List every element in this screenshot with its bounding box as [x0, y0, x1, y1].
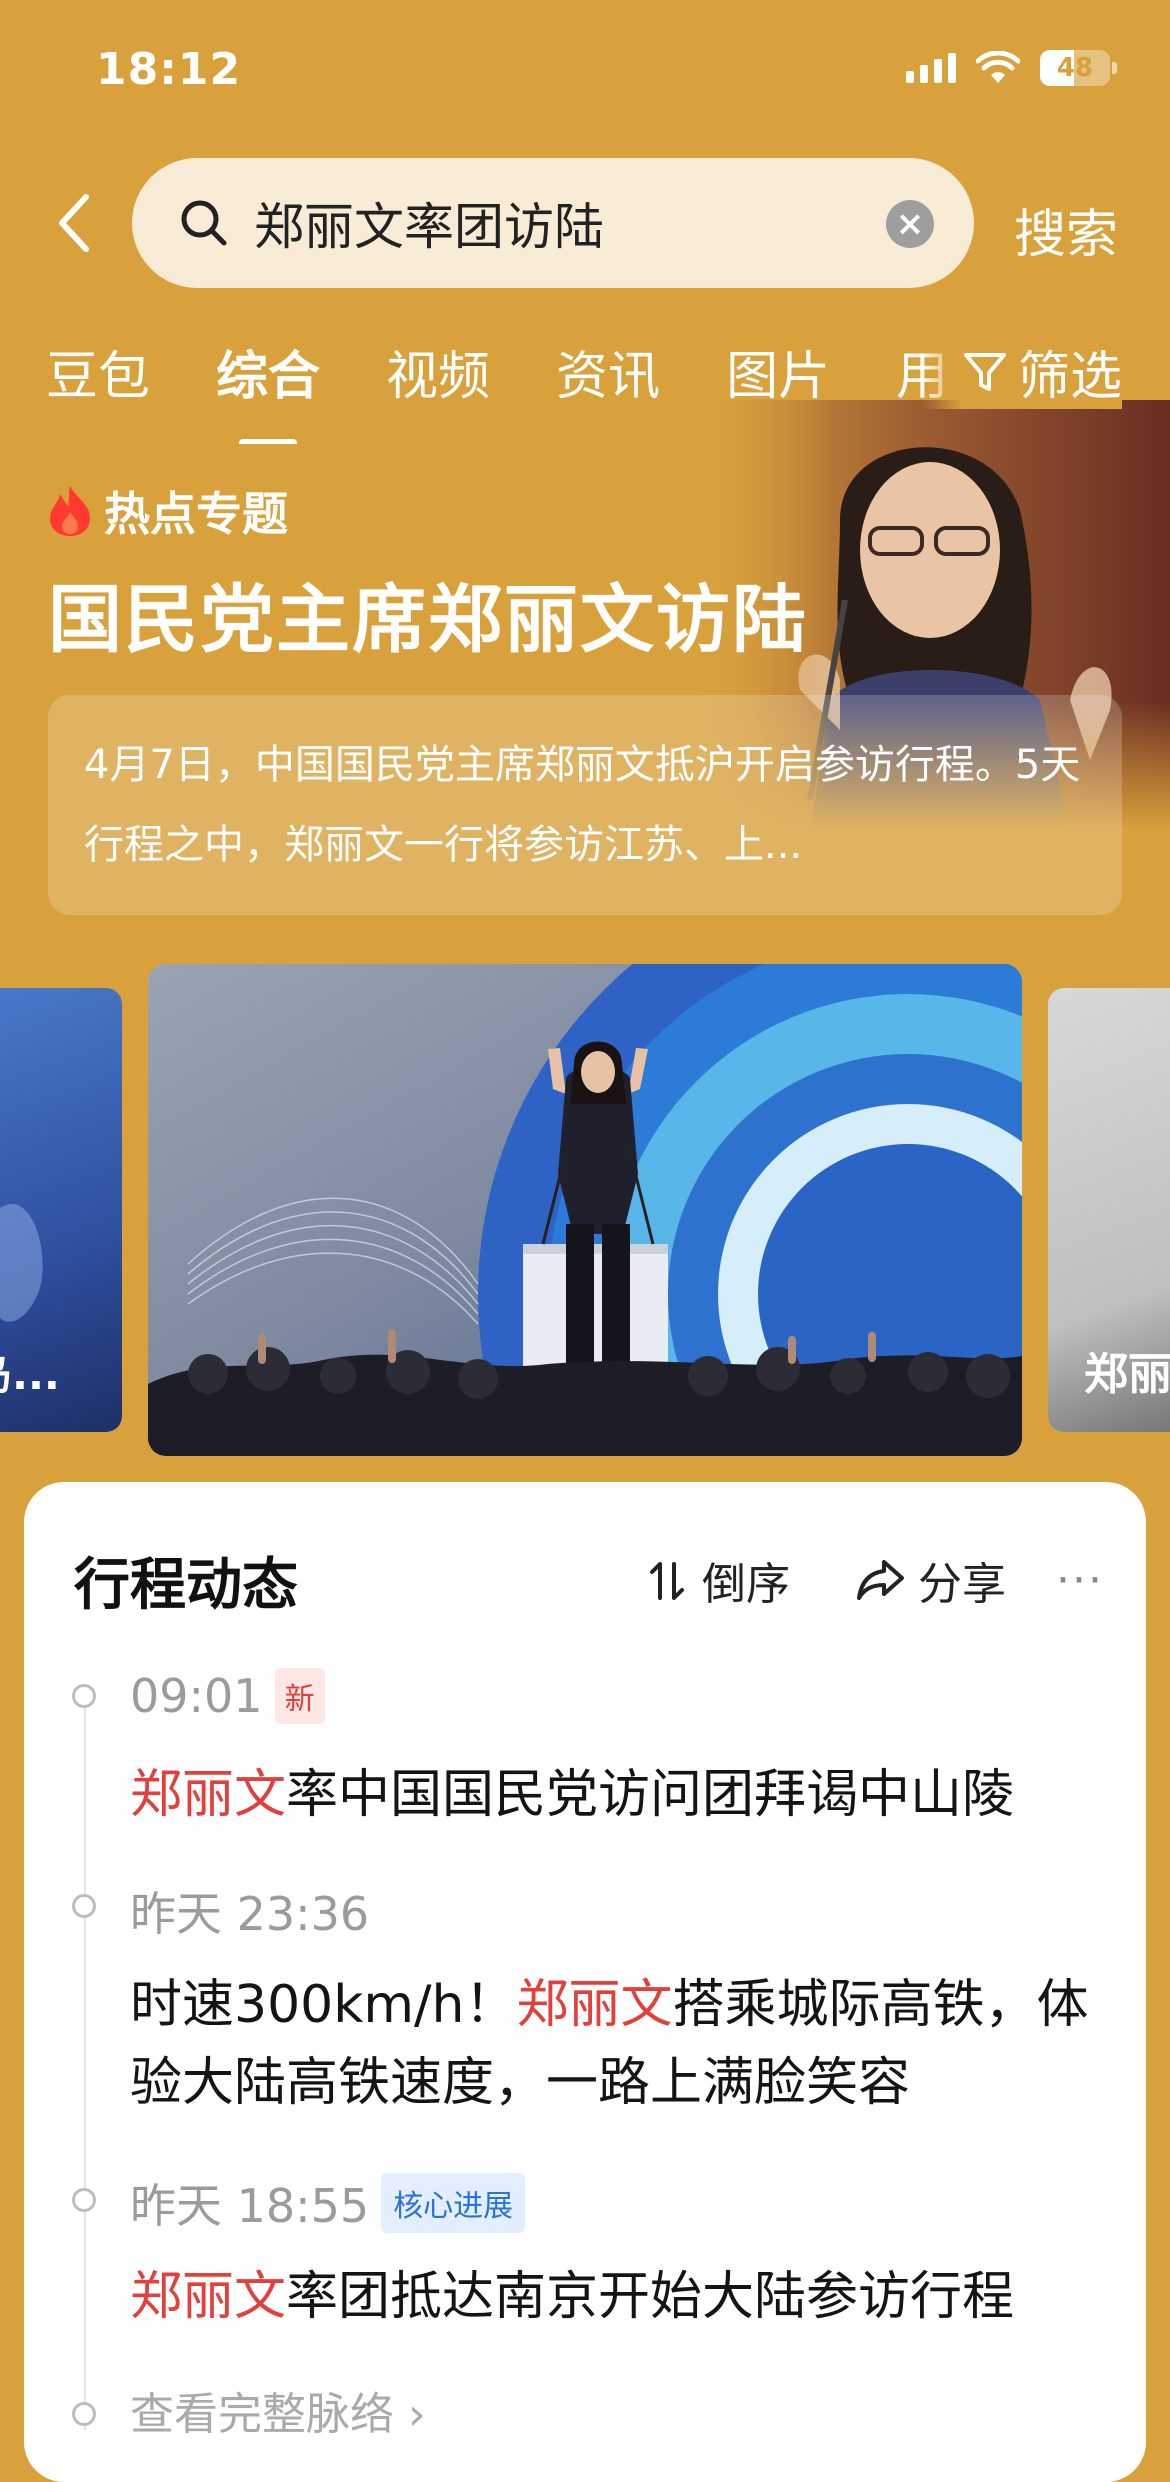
- share-button[interactable]: 分享: [856, 1548, 1006, 1612]
- topic-title[interactable]: 国民党主席郑丽文访陆: [48, 560, 808, 667]
- timeline-time: 昨天 18:55: [130, 2179, 370, 2233]
- timeline-line: [84, 1690, 86, 2430]
- timeline-actions: 倒序 分享 ···: [580, 1548, 1104, 1612]
- topic-summary[interactable]: 4月7日，中国国民党主席郑丽文抵沪开启参访行程。5天行程之中，郑丽文一行将参访江…: [48, 695, 1122, 915]
- carousel-card-prev[interactable]: 岛...: [0, 988, 122, 1432]
- keyword-highlight: 郑丽文: [516, 1975, 673, 2035]
- search-submit-button[interactable]: 搜索: [1014, 192, 1118, 267]
- view-full-timeline-link[interactable]: 查看完整脉络 ›: [130, 2378, 426, 2442]
- hot-topic-label: 热点专题: [104, 487, 288, 541]
- carousel-card-next[interactable]: 郑丽: [1048, 988, 1170, 1432]
- view-full-label: 查看完整脉络: [130, 2389, 394, 2440]
- clear-icon[interactable]: ×: [886, 200, 934, 248]
- sort-icon: [650, 1562, 685, 1600]
- tab-doubao[interactable]: 豆包: [46, 334, 150, 409]
- status-indicators: 48: [906, 50, 1117, 86]
- new-badge: 新: [274, 1668, 325, 1724]
- share-icon: [857, 1560, 905, 1600]
- back-button[interactable]: [44, 188, 104, 258]
- filter-icon: [963, 352, 1006, 391]
- flame-icon: [50, 486, 90, 536]
- timeline-time-row: 昨天 23:36: [130, 1878, 369, 1944]
- tab-video[interactable]: 视频: [386, 334, 490, 409]
- topic-summary-text: 4月7日，中国国民党主席郑丽文抵沪开启参访行程。5天行程之中，郑丽文一行将参访江…: [84, 742, 1081, 868]
- timeline-dot: [72, 1894, 96, 1918]
- chevron-left-icon: [59, 194, 89, 252]
- timeline-dot: [72, 2188, 96, 2212]
- keyword-highlight: 郑丽文: [130, 2267, 287, 2327]
- timeline-item-body: 率中国国民党访问团拜谒中山陵: [286, 1765, 1015, 1825]
- share-label: 分享: [918, 1559, 1007, 1610]
- timeline-time-row: 昨天 18:55 核心进展: [130, 2170, 526, 2236]
- timeline-dot: [72, 1684, 96, 1708]
- timeline-item-text[interactable]: 郑丽文率中国国民党访问团拜谒中山陵: [130, 1756, 1100, 1834]
- filter-label: 筛选: [1017, 347, 1122, 407]
- tab-general[interactable]: 综合: [216, 334, 320, 409]
- timeline-item-body: 率团抵达南京开始大陆参访行程: [286, 2267, 1015, 2327]
- search-input[interactable]: 郑丽文率团访陆 ×: [132, 158, 974, 288]
- core-progress-badge: 核心进展: [381, 2173, 526, 2233]
- carousel-caption-next: 郑丽: [1084, 1349, 1170, 1400]
- timeline-time: 09:01: [130, 1669, 263, 1723]
- search-icon: [174, 193, 234, 253]
- timeline-item-text[interactable]: 时速300km/h！郑丽文搭乘城际高铁，体验大陆高铁速度，一路上满脸笑容: [130, 1966, 1100, 2122]
- more-options-icon[interactable]: ···: [1056, 1555, 1104, 1606]
- tab-news[interactable]: 资讯: [556, 334, 660, 409]
- filter-button[interactable]: 筛选: [921, 334, 1122, 409]
- timeline-time-row: 09:01 新: [130, 1668, 325, 1724]
- keyword-highlight: 郑丽文: [130, 1765, 287, 1825]
- status-time: 18:12: [96, 44, 242, 95]
- timeline-dot: [72, 2402, 96, 2426]
- hot-topic-tag: 热点专题: [46, 478, 288, 544]
- cellular-signal-icon: [906, 53, 956, 83]
- battery-icon: 48: [1040, 50, 1117, 86]
- chevron-right-icon: ›: [408, 2389, 426, 2440]
- timeline-item-text[interactable]: 郑丽文率团抵达南京开始大陆参访行程: [130, 2258, 1100, 2336]
- battery-level: 48: [1056, 53, 1094, 83]
- search-query[interactable]: 郑丽文率团访陆: [254, 187, 604, 259]
- timeline-title: 行程动态: [74, 1553, 298, 1618]
- wifi-icon: [976, 51, 1020, 83]
- carousel-caption-prev: 岛...: [0, 1350, 60, 1399]
- carousel-card-main[interactable]: [148, 964, 1022, 1456]
- timeline-item-prefix: 时速300km/h！: [130, 1975, 517, 2035]
- sort-button[interactable]: 倒序: [646, 1548, 790, 1612]
- news-photo: [148, 964, 1022, 1456]
- timeline-time: 昨天 23:36: [130, 1887, 370, 1941]
- sort-label: 倒序: [702, 1559, 791, 1610]
- tab-images[interactable]: 图片: [726, 334, 830, 409]
